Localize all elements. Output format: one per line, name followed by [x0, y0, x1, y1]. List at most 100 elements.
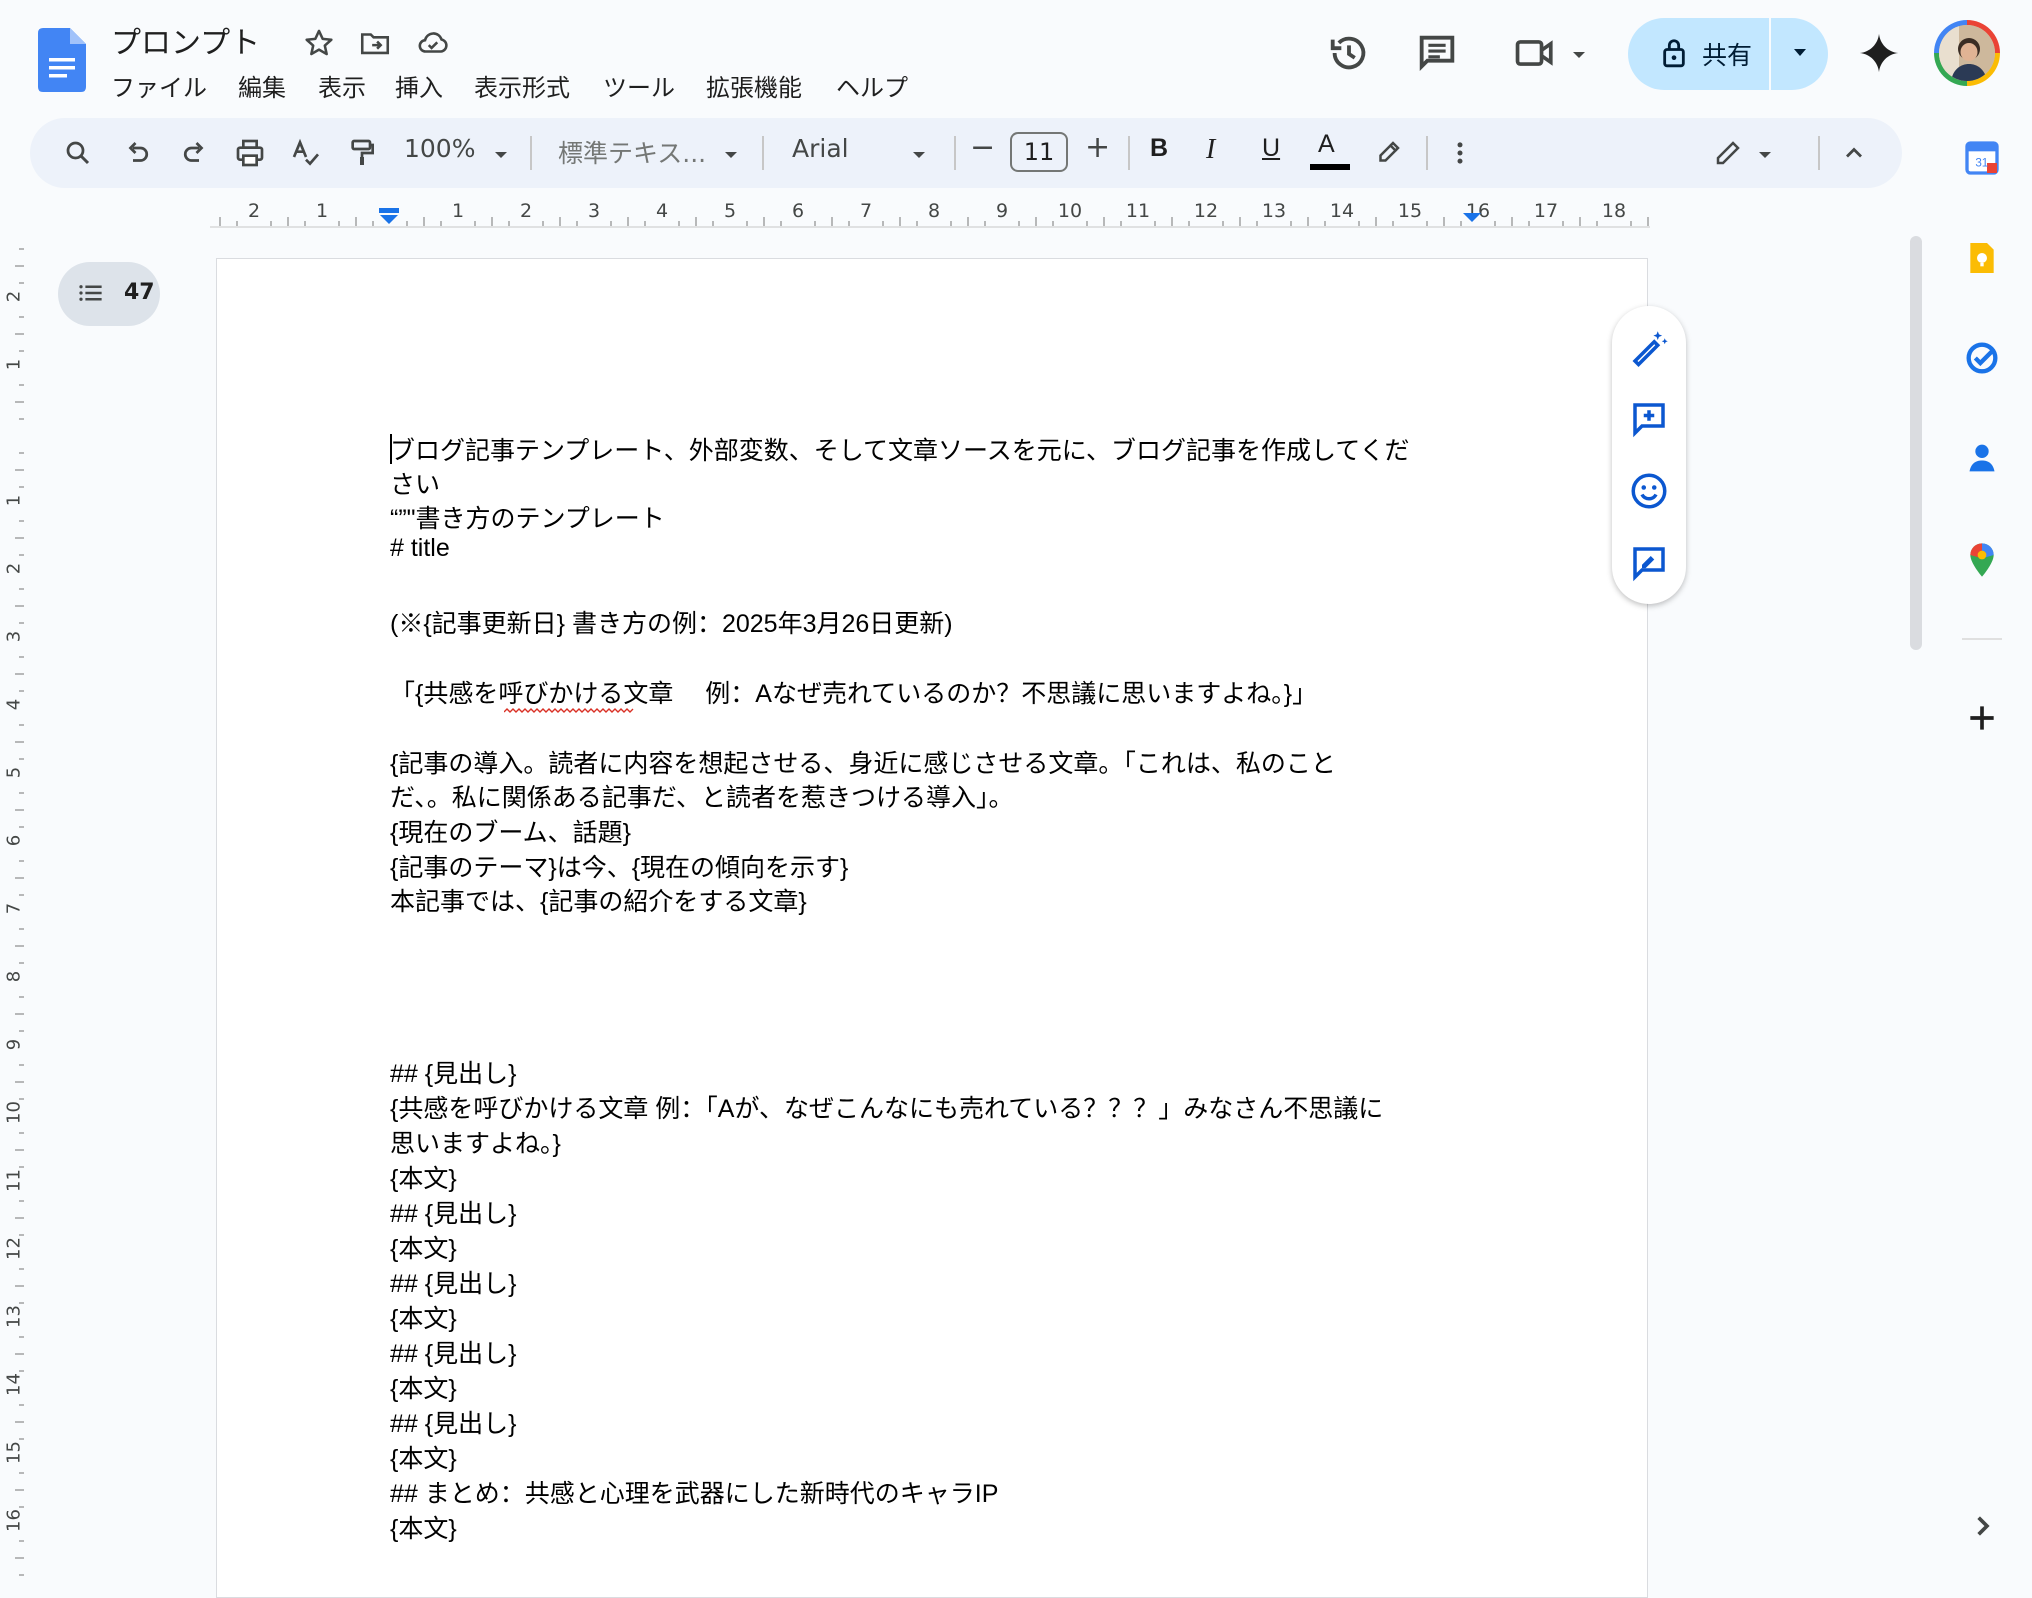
font-select[interactable]: Arial	[792, 134, 849, 163]
toolbar-divider	[530, 136, 532, 170]
menu-insert[interactable]: 挿入	[395, 68, 443, 103]
ruler-number: 15	[1397, 200, 1423, 222]
ruler-number: 1	[451, 200, 465, 222]
menu-format[interactable]: 表示形式	[474, 68, 570, 103]
meet-icon[interactable]	[1512, 30, 1560, 78]
menu-edit[interactable]: 編集	[238, 68, 286, 103]
document-text-line[interactable]: “”"書き方のテンプレート	[390, 499, 665, 535]
editing-mode-pencil-icon[interactable]	[1710, 135, 1746, 171]
font-dropdown-icon[interactable]	[910, 146, 928, 165]
document-title[interactable]: プロンプト	[111, 18, 260, 62]
menu-help[interactable]: ヘルプ	[836, 68, 908, 103]
move-folder-icon[interactable]	[358, 26, 392, 60]
calendar-icon[interactable]: 31	[1962, 138, 2002, 178]
ruler-number: 12	[1193, 200, 1219, 222]
zoom-select[interactable]: 100%	[404, 134, 475, 163]
maps-icon[interactable]	[1962, 540, 2002, 580]
paragraph-style-select[interactable]: 標準テキス...	[558, 134, 706, 170]
emoji-reaction-icon[interactable]	[1628, 470, 1670, 512]
highlight-icon[interactable]	[1370, 135, 1406, 171]
bold-button[interactable]: B	[1150, 134, 1168, 163]
help-me-write-icon[interactable]	[1628, 326, 1670, 368]
expand-side-panel-chevron-right-icon[interactable]	[1962, 1506, 2002, 1546]
share-label: 共有	[1702, 41, 1753, 70]
menu-extensions[interactable]: 拡張機能	[706, 68, 802, 103]
document-text-line[interactable]: (※{記事更新日} 書き方の例：2025年3月26日更新)	[390, 604, 953, 640]
tasks-icon[interactable]	[1962, 338, 2002, 378]
document-text-line[interactable]: ## まとめ：共感と心理を武器にした新時代のキャラIP	[390, 1474, 998, 1510]
editing-mode-dropdown-icon[interactable]	[1756, 146, 1774, 165]
zoom-dropdown-icon[interactable]	[492, 146, 510, 165]
right-indent-marker[interactable]	[1462, 210, 1482, 230]
document-text-line[interactable]: {本文}	[390, 1439, 457, 1475]
vertical-ruler-number: 3	[3, 630, 25, 643]
document-text-line[interactable]: {記事の導入。読者に内容を想起させる、身近に感じさせる文章。「これは、私のこと	[390, 744, 1336, 780]
text-color-button[interactable]: A	[1318, 130, 1335, 159]
spellcheck-underline	[503, 701, 636, 720]
add-comment-icon[interactable]	[1628, 398, 1670, 440]
underline-button[interactable]: U	[1262, 134, 1280, 163]
cloud-status-icon[interactable]	[416, 26, 450, 60]
document-text-line[interactable]: さい	[390, 465, 440, 501]
vertical-scrollbar[interactable]	[1910, 236, 1922, 650]
hide-menus-chevron-up-icon[interactable]	[1836, 135, 1872, 171]
menu-tools[interactable]: ツール	[603, 68, 675, 103]
avatar[interactable]	[1939, 25, 1995, 81]
document-text-line[interactable]: 本記事では、{記事の紹介をする文章}	[390, 882, 807, 918]
document-text-line[interactable]: {本文}	[390, 1159, 457, 1195]
style-dropdown-icon[interactable]	[722, 146, 740, 165]
document-text-line[interactable]: {本文}	[390, 1299, 457, 1335]
contacts-icon[interactable]	[1962, 438, 2002, 478]
add-addon-plus-icon[interactable]	[1962, 698, 2002, 738]
meet-dropdown-icon[interactable]	[1570, 46, 1588, 65]
document-text-line[interactable]: {記事のテーマ}は今、{現在の傾向を示す}	[390, 848, 848, 884]
spellcheck-icon[interactable]	[288, 135, 324, 171]
document-text-line[interactable]: だ、。私に関係ある記事だ、と読者を惹きつける導入」。	[390, 778, 1014, 814]
menu-view[interactable]: 表示	[318, 68, 366, 103]
increase-font-size-button[interactable]: +	[1085, 130, 1110, 165]
comments-icon[interactable]	[1414, 30, 1462, 78]
print-icon[interactable]	[232, 135, 268, 171]
left-indent-marker[interactable]	[378, 208, 400, 232]
document-text-line[interactable]: ## {見出し}	[390, 1404, 516, 1440]
decrease-font-size-button[interactable]: −	[970, 130, 995, 165]
document-text-line[interactable]: {共感を呼びかける文章 例：「Aが、なぜこんなにも売れている？？？」みなさん不思…	[390, 1089, 1383, 1125]
document-text-line[interactable]: ## {見出し}	[390, 1334, 516, 1370]
undo-icon[interactable]	[120, 135, 156, 171]
document-text-line[interactable]: ## {見出し}	[390, 1194, 516, 1230]
document-text-line[interactable]: {現在のブーム、話題}	[390, 813, 631, 849]
document-text-line[interactable]: ## {見出し}	[390, 1054, 516, 1090]
vertical-ruler-number: 14	[3, 1373, 25, 1396]
outline-count: 47	[124, 280, 155, 305]
ruler-number: 2	[519, 200, 533, 222]
suggest-edits-icon[interactable]	[1628, 542, 1670, 584]
outline-list-icon	[74, 278, 108, 312]
text-color-swatch	[1310, 164, 1350, 170]
paint-format-icon[interactable]	[344, 135, 380, 171]
document-text-line[interactable]: {本文}	[390, 1509, 457, 1545]
document-text-line[interactable]: 思いますよね。}	[390, 1124, 561, 1160]
italic-button[interactable]: I	[1206, 134, 1215, 166]
star-icon[interactable]	[302, 26, 336, 60]
share-dropdown-icon[interactable]	[1788, 40, 1812, 68]
ruler-number: 14	[1329, 200, 1355, 222]
more-options-icon[interactable]	[1442, 135, 1478, 171]
docs-logo-icon[interactable]	[38, 28, 86, 92]
document-text-line[interactable]: {本文}	[390, 1229, 457, 1265]
document-text-line[interactable]: {本文}	[390, 1369, 457, 1405]
document-text-line[interactable]: ## {見出し}	[390, 1264, 516, 1300]
vertical-ruler-number: 12	[3, 1237, 25, 1260]
vertical-ruler-number: 9	[3, 1038, 25, 1051]
history-icon[interactable]	[1326, 30, 1374, 78]
share-divider	[1769, 18, 1771, 90]
keep-icon[interactable]	[1962, 238, 2002, 278]
menu-file[interactable]: ファイル	[111, 68, 207, 103]
document-text-line[interactable]: # title	[390, 534, 450, 563]
document-text-line[interactable]: ブログ記事テンプレート、外部変数、そして文章ソースを元に、ブログ記事を作成してく…	[390, 431, 1410, 467]
redo-icon[interactable]	[176, 135, 212, 171]
search-menus-icon[interactable]	[60, 135, 96, 171]
font-size-input[interactable]: 11	[1010, 132, 1068, 172]
vertical-ruler-number: 7	[3, 902, 25, 915]
toolbar-divider	[1426, 136, 1428, 170]
gemini-icon[interactable]	[1856, 30, 1902, 80]
